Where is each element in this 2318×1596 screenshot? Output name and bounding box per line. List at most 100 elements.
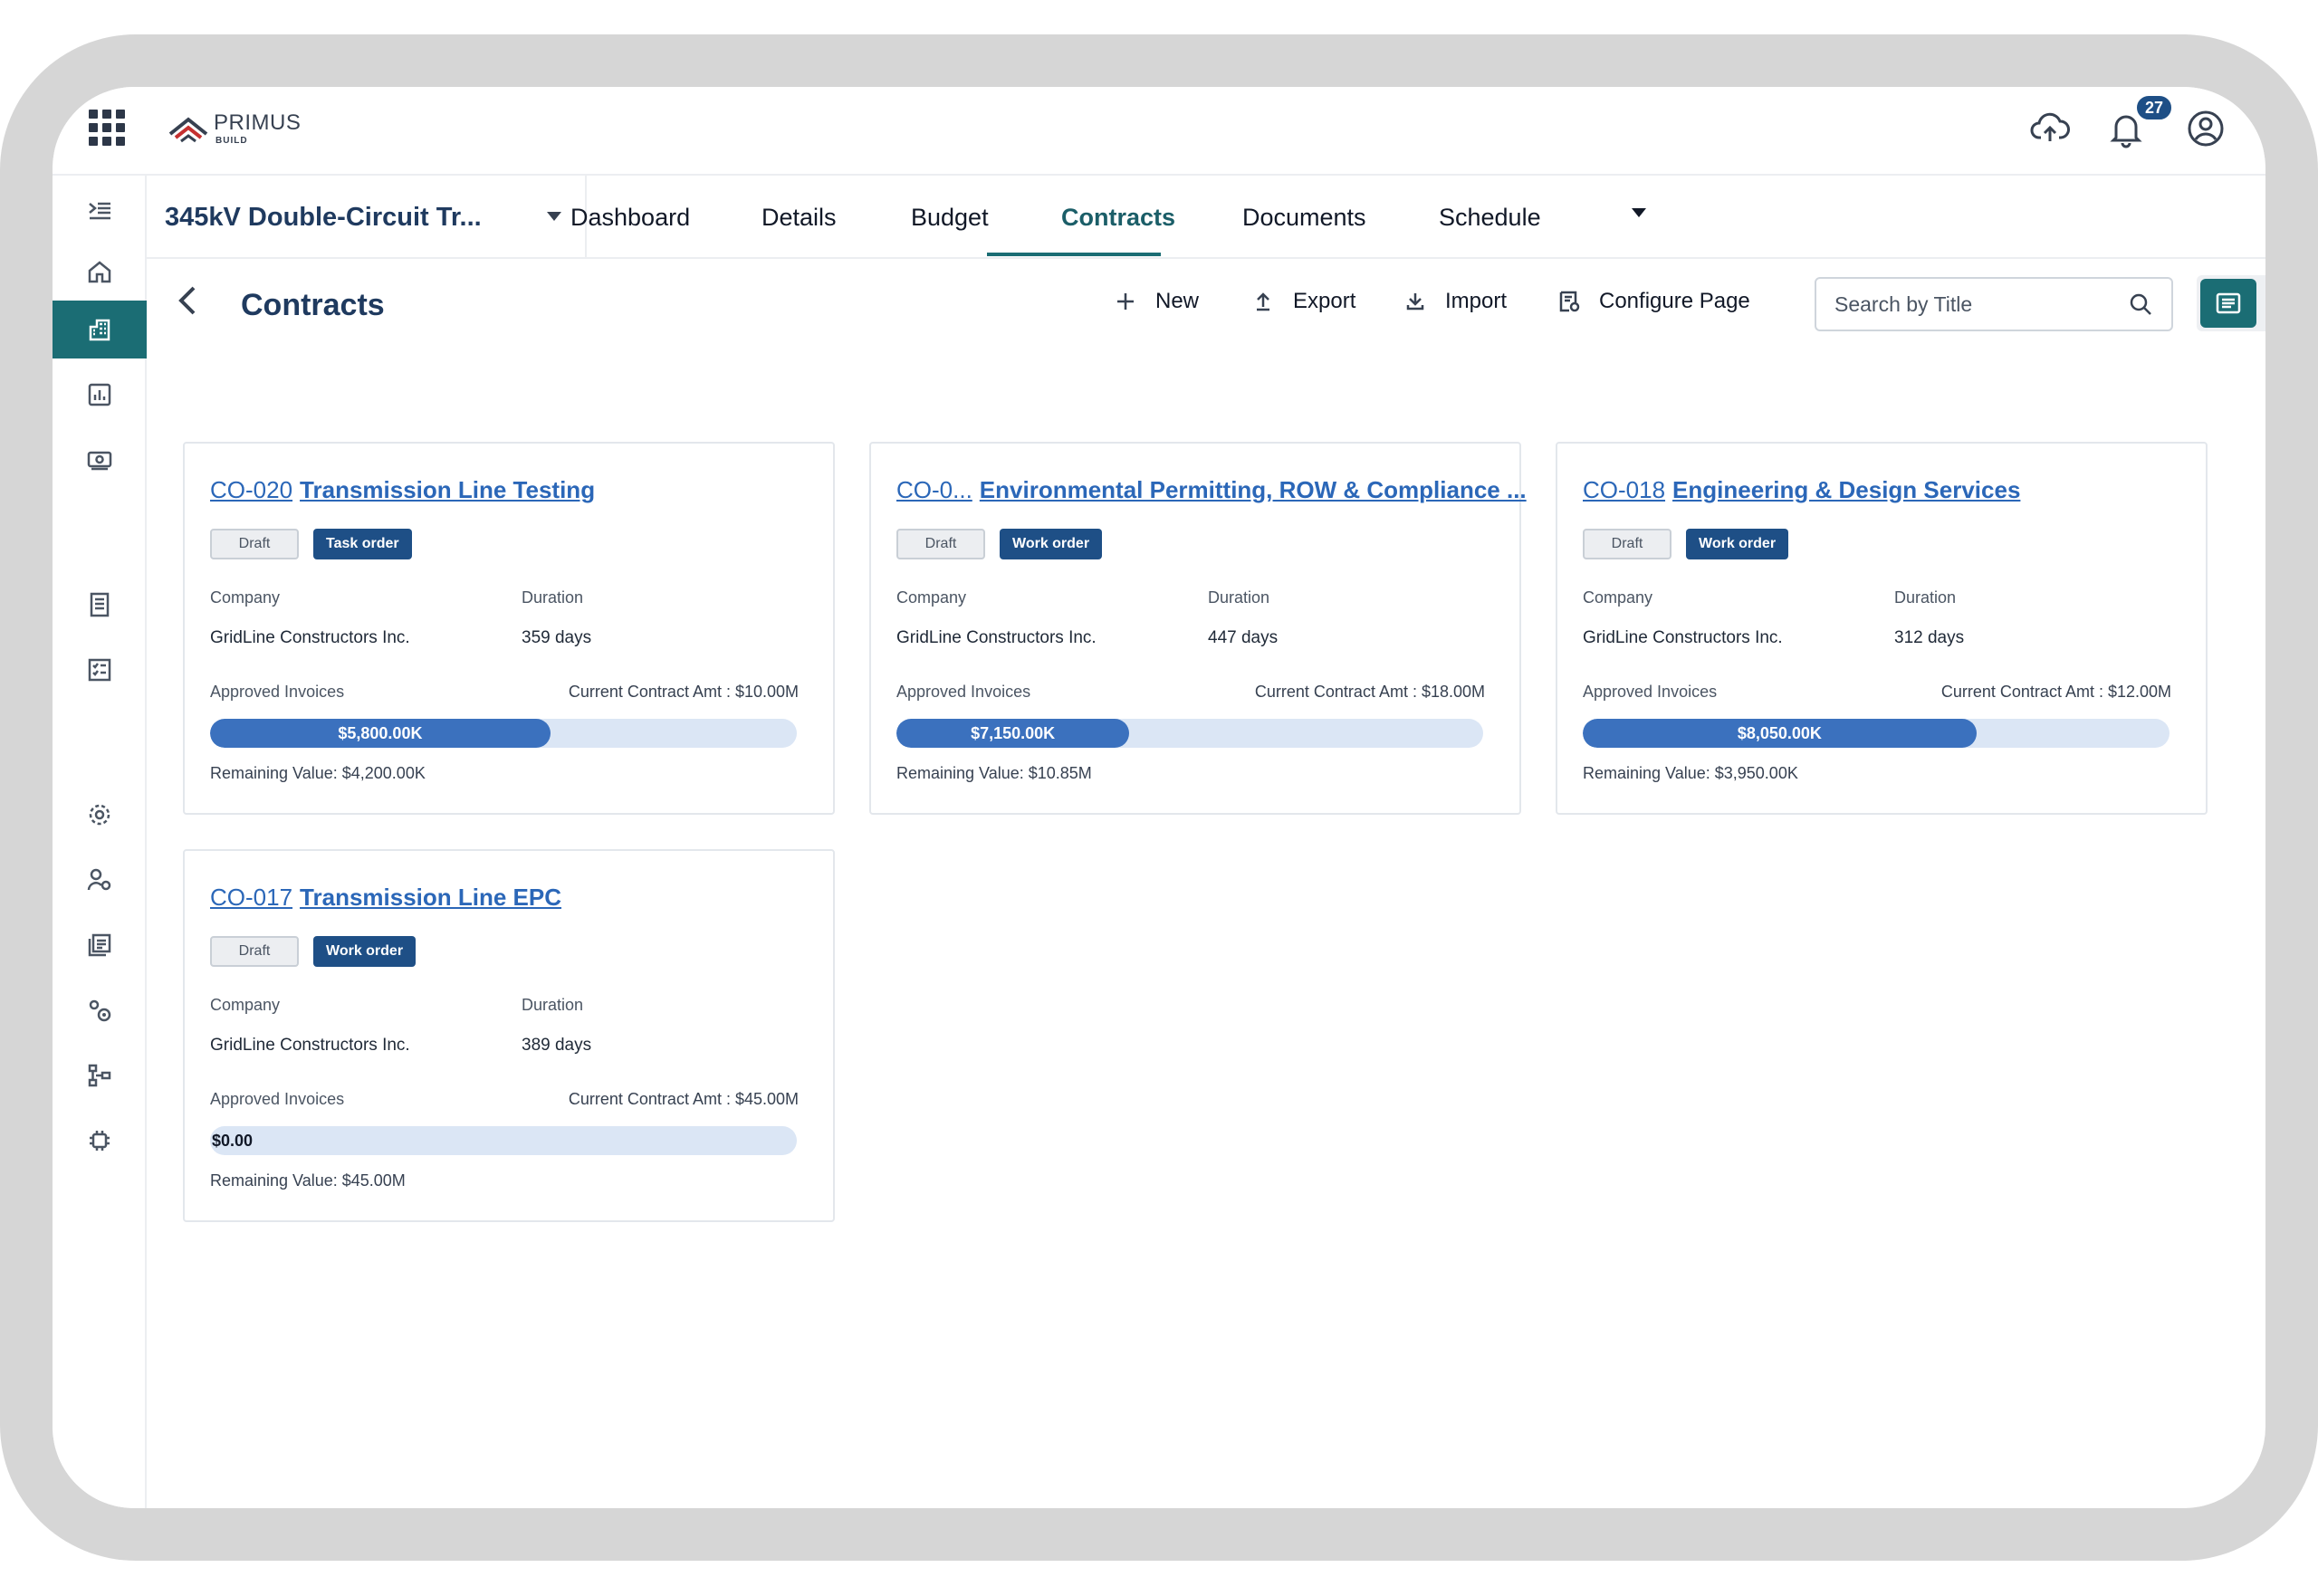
approved-invoices-label: Approved Invoices	[896, 683, 1031, 701]
contract-code: CO-018	[1583, 476, 1666, 503]
contract-code: CO-020	[210, 476, 293, 503]
sidebar-item-projects[interactable]	[53, 301, 147, 358]
export-button[interactable]: Export	[1250, 281, 1355, 322]
active-tab-indicator	[987, 253, 1161, 256]
sidebar-item-checklist[interactable]	[53, 641, 147, 699]
remaining-value: Remaining Value: $4,200.00K	[210, 764, 426, 782]
list-view-icon	[2216, 292, 2241, 314]
approved-invoices-label: Approved Invoices	[1583, 683, 1718, 701]
company-value: GridLine Constructors Inc.	[896, 628, 1097, 647]
search-icon[interactable]	[2128, 291, 2153, 317]
contract-card[interactable]: CO-018 Engineering & Design Services Draf…	[1556, 442, 2208, 815]
type-badge: Work order	[1000, 529, 1103, 559]
approved-invoices-label: Approved Invoices	[210, 1090, 345, 1108]
duration-label: Duration	[522, 588, 584, 607]
plus-icon	[1112, 288, 1139, 315]
chip-icon	[90, 1131, 110, 1151]
invoice-zero-label: $0.00	[212, 1132, 254, 1150]
app-screen: PRIMUS BUILD 27 345kV Double-Circuit Tr.…	[53, 87, 2265, 1508]
company-label: Company	[210, 996, 281, 1014]
logo-sub: BUILD	[216, 136, 248, 146]
cloud-upload-icon[interactable]	[2026, 105, 2074, 152]
device-frame: PRIMUS BUILD 27 345kV Double-Circuit Tr.…	[0, 0, 2318, 1596]
primus-logo[interactable]: PRIMUS BUILD	[167, 107, 311, 152]
list-view-button[interactable]	[2200, 279, 2256, 328]
duration-value: 447 days	[1208, 628, 1279, 647]
tab-contracts[interactable]: Contracts	[1061, 176, 1175, 259]
company-value: GridLine Constructors Inc.	[210, 628, 410, 647]
contract-code: CO-017	[210, 884, 293, 911]
project-selector[interactable]: 345kV Double-Circuit Tr...	[147, 176, 587, 259]
gear-icon	[89, 804, 110, 826]
contract-card[interactable]: CO-0... Environmental Permitting, ROW & C…	[869, 442, 1527, 815]
remaining-value: Remaining Value: $45.00M	[210, 1171, 406, 1190]
contract-name: Transmission Line Testing	[300, 476, 596, 503]
contract-name: Transmission Line EPC	[300, 884, 562, 911]
export-label: Export	[1293, 289, 1356, 313]
sidebar-item-library[interactable]	[53, 916, 147, 974]
contract-title-link[interactable]: CO-020 Transmission Line Testing	[210, 476, 595, 504]
search-input[interactable]	[1815, 277, 2173, 331]
company-label: Company	[896, 588, 967, 607]
import-icon	[1402, 288, 1429, 315]
configure-page-button[interactable]: Configure Page	[1556, 281, 1750, 322]
tab-schedule[interactable]: Schedule	[1439, 176, 1541, 259]
status-badge: Draft	[210, 936, 299, 967]
current-contract-amount: Current Contract Amt : $45.00M	[568, 1090, 799, 1108]
contract-title-link[interactable]: CO-017 Transmission Line EPC	[210, 884, 561, 912]
type-badge: Work order	[313, 936, 417, 967]
contract-code: CO-0...	[896, 476, 972, 503]
logo-name: PRIMUS	[214, 110, 302, 135]
type-badge: Task order	[313, 529, 412, 559]
tab-documents[interactable]: Documents	[1242, 176, 1366, 259]
invoice-progress-bar: $7,150.00K	[896, 719, 1483, 748]
back-arrow-icon[interactable]	[172, 282, 205, 319]
contract-card[interactable]: CO-017 Transmission Line EPC Draft Work o…	[183, 849, 835, 1222]
status-badge: Draft	[1583, 529, 1671, 559]
sidebar-item-users[interactable]	[53, 851, 147, 909]
import-button[interactable]: Import	[1402, 281, 1507, 322]
remaining-value: Remaining Value: $3,950.00K	[1583, 764, 1798, 782]
invoice-progress-bar: $0.00	[210, 1126, 797, 1155]
sidebar-item-finance[interactable]	[53, 431, 147, 489]
grid-view-button[interactable]	[2262, 279, 2265, 328]
contract-title-link[interactable]: CO-0... Environmental Permitting, ROW & C…	[896, 476, 1527, 504]
status-badge: Draft	[896, 529, 985, 559]
sidebar-item-home[interactable]	[53, 243, 147, 301]
notification-badge: 27	[2135, 94, 2173, 121]
ledger-icon	[90, 592, 110, 617]
sidebar-item-configuration[interactable]	[53, 981, 147, 1039]
contract-title-link[interactable]: CO-018 Engineering & Design Services	[1583, 476, 2020, 504]
tab-budget[interactable]: Budget	[911, 176, 989, 259]
tab-details[interactable]: Details	[761, 176, 837, 259]
sidebar-item-ledger[interactable]	[53, 576, 147, 634]
tab-dashboard[interactable]: Dashboard	[570, 176, 690, 259]
library-icon	[88, 933, 111, 957]
user-avatar-icon[interactable]	[2182, 105, 2229, 152]
duration-value: 359 days	[522, 628, 592, 647]
configure-label: Configure Page	[1599, 289, 1750, 313]
current-contract-amount: Current Contract Amt : $12.00M	[1940, 683, 2171, 701]
project-title: 345kV Double-Circuit Tr...	[165, 202, 482, 232]
new-label: New	[1155, 289, 1200, 313]
gears-icon	[89, 999, 111, 1022]
view-toggle	[2197, 275, 2265, 331]
app-launcher-icon[interactable]	[89, 110, 125, 146]
contract-card[interactable]: CO-020 Transmission Line Testing Draft Ta…	[183, 442, 835, 815]
approved-invoices-label: Approved Invoices	[210, 683, 345, 701]
sidebar-expand-icon[interactable]	[53, 183, 147, 241]
remaining-value: Remaining Value: $10.85M	[896, 764, 1092, 782]
logo-mark-icon	[168, 117, 208, 143]
sidebar-item-reports[interactable]	[53, 366, 147, 424]
checklist-icon	[88, 658, 111, 682]
new-button[interactable]: New	[1112, 281, 1199, 322]
home-icon	[88, 261, 111, 283]
duration-label: Duration	[1208, 588, 1270, 607]
invoice-progress-fill: $7,150.00K	[896, 719, 1130, 748]
sidebar-item-settings[interactable]	[53, 786, 147, 844]
sidebar-item-workflow[interactable]	[53, 1046, 147, 1104]
more-tabs-icon[interactable]	[1632, 208, 1646, 217]
company-value: GridLine Constructors Inc.	[1583, 628, 1783, 647]
left-sidebar	[53, 176, 147, 1508]
sidebar-item-integrations[interactable]	[53, 1112, 147, 1170]
